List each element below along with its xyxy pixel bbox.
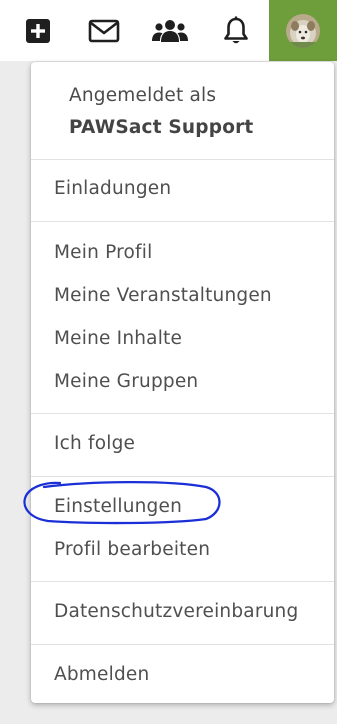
- top-navigation-bar: [0, 0, 337, 61]
- groups-button[interactable]: [146, 0, 194, 61]
- menu-item-profil-bearbeiten[interactable]: Profil bearbeiten: [54, 538, 210, 562]
- menu-divider: [31, 476, 334, 477]
- menu-divider: [31, 581, 334, 582]
- menu-divider: [31, 413, 334, 414]
- menu-item-meine-inhalte[interactable]: Meine Inhalte: [54, 327, 182, 351]
- menu-item-mein-profil[interactable]: Mein Profil: [54, 241, 152, 265]
- people-group-icon: [152, 19, 188, 42]
- signed-in-label: Angemeldet als: [69, 85, 217, 106]
- menu-divider: [31, 159, 334, 160]
- menu-item-meine-veranstaltungen[interactable]: Meine Veranstaltungen: [54, 284, 272, 308]
- user-avatar: [286, 13, 320, 48]
- menu-item-meine-gruppen[interactable]: Meine Gruppen: [54, 370, 198, 394]
- envelope-icon: [88, 19, 120, 42]
- menu-item-datenschutzvereinbarung[interactable]: Datenschutzvereinbarung: [54, 600, 298, 624]
- notifications-button[interactable]: [212, 0, 260, 61]
- create-button[interactable]: [14, 0, 62, 61]
- user-dropdown-menu: Angemeldet als PAWSact Support Einladung…: [31, 62, 334, 703]
- plus-square-icon: [26, 18, 50, 43]
- bell-icon: [224, 16, 248, 43]
- signed-in-user-name: PAWSact Support: [69, 117, 254, 138]
- menu-item-ich-folge[interactable]: Ich folge: [54, 432, 135, 456]
- signed-in-info: Angemeldet als PAWSact Support: [31, 62, 334, 159]
- menu-divider: [31, 644, 334, 645]
- messages-button[interactable]: [80, 0, 128, 61]
- menu-item-einstellungen[interactable]: Einstellungen: [54, 495, 182, 519]
- profile-menu-button[interactable]: [269, 0, 337, 61]
- menu-divider: [31, 221, 334, 222]
- menu-item-einladungen[interactable]: Einladungen: [54, 177, 171, 201]
- menu-item-abmelden[interactable]: Abmelden: [54, 663, 149, 687]
